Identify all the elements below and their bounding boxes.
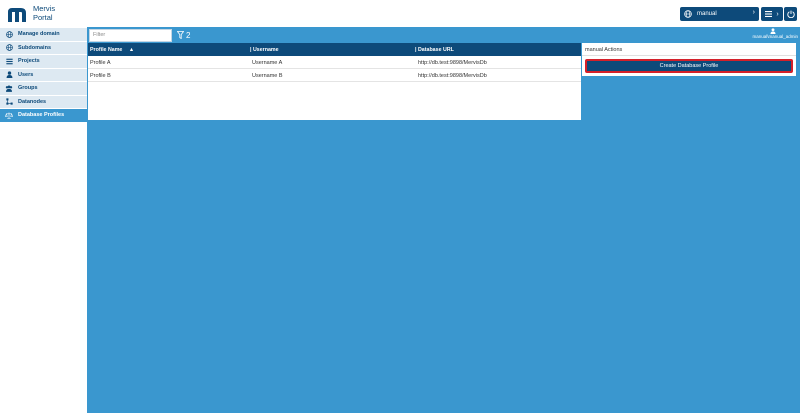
cell-database-url: http://db.test:9898/MervisDb	[418, 72, 487, 79]
chevron-right-icon: ›	[752, 9, 755, 16]
main-content: 2 manual\manual_admin Profile Name ▲ | U…	[87, 27, 800, 413]
domain-select[interactable]: manual ›	[680, 7, 759, 21]
create-database-profile-button[interactable]: Create Database Profile	[585, 59, 793, 73]
filter-count-value: 2	[186, 30, 191, 40]
column-label: Username	[252, 46, 279, 53]
sidebar-item-datanodes[interactable]: Datanodes	[0, 95, 87, 109]
actions-panel: manual Actions Create Database Profile	[582, 43, 796, 76]
sidebar-item-projects[interactable]: Projects	[0, 55, 87, 69]
logo[interactable]: Mervis Portal	[8, 4, 55, 22]
menu-button[interactable]: ›	[761, 7, 783, 21]
column-label: Database URL	[417, 46, 454, 53]
filter-count[interactable]: 2	[177, 31, 190, 40]
header: Mervis Portal manual › ›	[0, 0, 800, 26]
cell-profile-name: Profile B	[90, 72, 111, 79]
database-icon	[5, 111, 13, 119]
table-header: Profile Name ▲ | Username | Database URL	[88, 43, 581, 56]
filter-bar: 2	[89, 28, 190, 42]
globe-icon	[5, 30, 13, 38]
sidebar-item-users[interactable]: Users	[0, 68, 87, 82]
table-row[interactable]: Profile A Username A http://db.test:9898…	[88, 56, 581, 69]
column-header-database-url[interactable]: | Database URL	[415, 47, 454, 53]
actions-title: manual Actions	[582, 43, 796, 56]
user-menu[interactable]: manual\manual_admin	[742, 28, 798, 39]
datanodes-icon	[5, 98, 13, 106]
profiles-table: Profile Name ▲ | Username | Database URL…	[88, 43, 581, 120]
column-header-username[interactable]: | Username	[250, 47, 279, 53]
sidebar-item-manage-domain[interactable]: Manage domain	[0, 28, 87, 42]
users-icon	[5, 84, 13, 92]
list-icon	[5, 57, 13, 65]
app-root: Mervis Portal manual › › Manage domain S…	[0, 0, 800, 413]
sidebar-item-groups[interactable]: Groups	[0, 82, 87, 96]
sidebar-item-label: Datanodes	[18, 98, 47, 105]
cell-username: Username B	[252, 72, 283, 79]
logout-button[interactable]	[784, 7, 797, 21]
filter-input[interactable]	[89, 28, 172, 42]
sidebar-item-label: Users	[18, 71, 34, 78]
power-icon	[786, 10, 795, 18]
logo-line2: Portal	[33, 12, 53, 22]
hamburger-icon	[765, 11, 773, 17]
sort-ascending-icon: ▲	[128, 46, 135, 53]
user-name: manual\manual_admin	[752, 34, 798, 39]
sidebar-item-label: Groups	[18, 85, 38, 92]
table-row[interactable]: Profile B Username B http://db.test:9898…	[88, 69, 581, 82]
sidebar-item-label: Projects	[18, 58, 40, 65]
sidebar-item-database-profiles[interactable]: Database Profiles	[0, 109, 87, 123]
mervis-logo-icon	[8, 8, 26, 22]
user-icon	[5, 71, 13, 79]
cell-database-url: http://db.test:9898/MervisDb	[418, 59, 487, 66]
column-header-profile-name[interactable]: Profile Name ▲	[90, 47, 134, 53]
logo-text: Mervis Portal	[33, 4, 55, 22]
chevron-right-icon: ›	[776, 10, 779, 18]
globe-icon	[5, 44, 13, 52]
sidebar-item-label: Manage domain	[18, 31, 60, 38]
sidebar: Manage domain Subdomains Projects Users …	[0, 28, 87, 413]
sidebar-item-label: Subdomains	[18, 44, 52, 51]
domain-select-value: manual	[697, 11, 717, 17]
cell-username: Username A	[252, 59, 283, 66]
sidebar-item-label: Database Profiles	[18, 112, 65, 119]
filter-icon	[177, 31, 184, 39]
globe-icon	[684, 10, 692, 18]
column-label: Profile Name	[90, 46, 123, 53]
sidebar-item-subdomains[interactable]: Subdomains	[0, 41, 87, 55]
cell-profile-name: Profile A	[90, 59, 111, 66]
